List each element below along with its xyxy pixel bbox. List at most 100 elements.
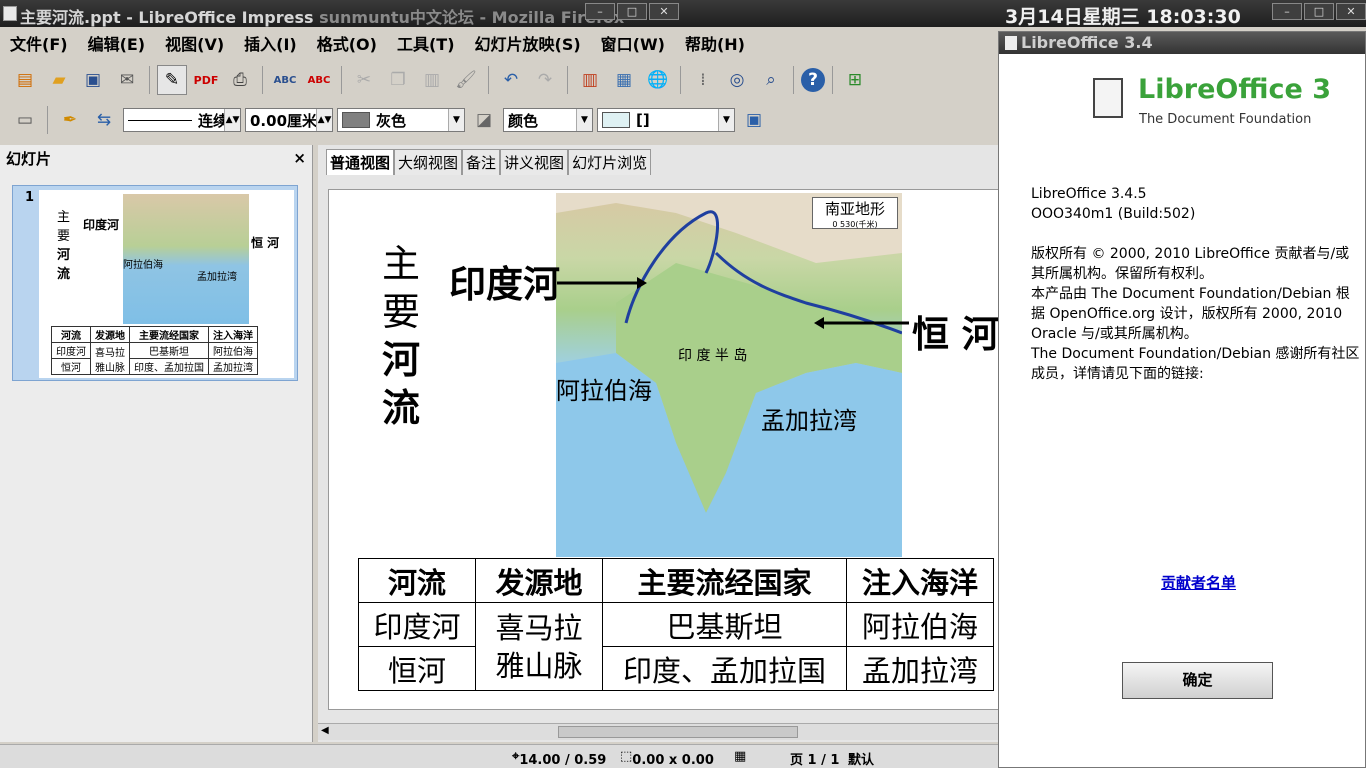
menu-insert[interactable]: 插入(I) <box>234 33 307 57</box>
label-indus[interactable]: 印度河 <box>449 254 560 308</box>
spellcheck-icon[interactable]: ABC <box>270 65 300 95</box>
insert-chart-icon[interactable]: ▥ <box>575 65 605 95</box>
grid-icon[interactable]: ⁞ <box>688 65 718 95</box>
menu-slideshow[interactable]: 幻灯片放映(S) <box>465 33 591 57</box>
new-slide-icon[interactable]: ⊞ <box>840 65 870 95</box>
scroll-left-icon[interactable]: ◀ <box>321 725 329 736</box>
arrow-style-icon[interactable]: ⇆ <box>89 105 119 135</box>
redo-icon[interactable]: ↷ <box>530 65 560 95</box>
about-dialog-titlebar: LibreOffice 3.4 <box>999 32 1365 54</box>
format-paintbrush-icon[interactable]: 🖌 <box>451 65 481 95</box>
slides-pane-header: 幻灯片 × <box>0 145 312 171</box>
zoom-icon[interactable]: ⌕ <box>756 65 786 95</box>
slide-title[interactable]: 主 要 河 流 <box>379 240 423 432</box>
menu-format[interactable]: 格式(O) <box>307 33 387 57</box>
spin-icon[interactable]: ▲▼ <box>224 109 240 131</box>
system-clock[interactable]: 3月14日星期三 18:03:30 <box>1005 2 1241 29</box>
save-icon[interactable]: ▣ <box>78 65 108 95</box>
slide-thumbnail-page: 主要河流 印度河 恒 河 阿拉伯海 孟加拉湾 河流 发源地 主要流经国家 注入海… <box>39 190 294 378</box>
minimize-button[interactable]: – <box>585 3 615 20</box>
page-indicator: 页 1 / 1 <box>790 753 840 768</box>
ok-button[interactable]: 确定 <box>1122 662 1273 699</box>
table-cell: 印度、孟加拉国 <box>602 646 847 691</box>
menu-window[interactable]: 窗口(W) <box>591 33 675 57</box>
line-width-value: 0.00厘米 <box>250 111 318 130</box>
tab-normal[interactable]: 普通视图 <box>326 149 395 175</box>
new-document-icon[interactable]: ▤ <box>10 65 40 95</box>
thumb-table-cell: 河流 <box>51 326 91 343</box>
title-bar: 主要河流.ppt - LibreOffice Impress sunmuntu中… <box>0 0 1366 29</box>
line-color-select[interactable]: 灰色 ▼ <box>337 108 465 132</box>
area-fill-icon[interactable]: ◪ <box>469 105 499 135</box>
menu-view[interactable]: 视图(V) <box>155 33 234 57</box>
tab-slide-sorter[interactable]: 幻灯片浏览 <box>568 149 652 175</box>
help-icon[interactable]: ? <box>801 68 825 92</box>
build-text: OOO340m1 (Build:502) <box>1031 206 1196 222</box>
slide-title-char: 河 <box>381 337 420 382</box>
area-style-select[interactable]: 颜色 ▼ <box>503 108 593 132</box>
tab-notes[interactable]: 备注 <box>462 149 501 175</box>
browser-close-button[interactable]: ✕ <box>1336 3 1366 20</box>
slide-thumbnail[interactable]: 1 主要河流 印度河 恒 河 阿拉伯海 孟加拉湾 河流 发源地 主要流经国家 注… <box>12 185 298 381</box>
chevron-down-icon[interactable]: ▼ <box>718 109 734 131</box>
toolbar-separator <box>488 66 489 94</box>
map-title: 南亚地形 <box>824 200 885 218</box>
maximize-button[interactable]: □ <box>617 3 647 20</box>
shadow-icon[interactable]: ▣ <box>739 105 769 135</box>
open-folder-icon[interactable]: ▰ <box>44 65 74 95</box>
slides-pane-title: 幻灯片 <box>6 149 52 168</box>
thumb-label-ganges: 恒 河 <box>251 236 280 250</box>
rivers-table[interactable]: 河流 发源地 主要流经国家 注入海洋 印度河 喜马拉 雅山脉 巴基斯坦 阿拉伯海… <box>358 558 994 691</box>
print-icon[interactable]: ⎙ <box>225 65 255 95</box>
slide-canvas[interactable]: 主 要 河 流 南亚地形 0 530(千米) 阿拉伯海 孟加拉湾 印 度 半 岛… <box>328 189 1000 710</box>
tab-outline[interactable]: 大纲视图 <box>394 149 463 175</box>
credits-link[interactable]: 贡献者名单 <box>1161 572 1236 593</box>
paste-icon[interactable]: ▥ <box>417 65 447 95</box>
close-icon[interactable]: × <box>293 149 306 167</box>
chevron-down-icon[interactable]: ▼ <box>448 109 464 131</box>
label-ganges[interactable]: 恒 河 <box>912 304 999 358</box>
cut-icon[interactable]: ✂ <box>349 65 379 95</box>
table-cell: 恒河 <box>358 646 476 691</box>
line-sample-icon <box>128 119 192 121</box>
horizontal-scrollbar[interactable]: ◀ <box>318 723 1000 740</box>
copy-icon[interactable]: ❐ <box>383 65 413 95</box>
line-width-field[interactable]: 0.00厘米 ▲▼ <box>245 108 333 132</box>
autospellcheck-icon[interactable]: ABC <box>304 65 334 95</box>
position-indicator: ⌖ 14.00 / 0.59 <box>512 749 607 768</box>
spin-icon[interactable]: ▲▼ <box>316 109 332 131</box>
browser-window-controls: – □ ✕ <box>1272 3 1366 20</box>
close-button[interactable]: ✕ <box>649 3 679 20</box>
line-icon[interactable]: ✒ <box>55 105 85 135</box>
layout-indicator: 默认 <box>848 753 875 768</box>
thumb-map-bengal: 孟加拉湾 <box>197 272 237 283</box>
browser-minimize-button[interactable]: – <box>1272 3 1302 20</box>
brand-foundation: The Document Foundation <box>1139 112 1312 127</box>
email-icon[interactable]: ✉ <box>112 65 142 95</box>
map-label-arabian-sea: 阿拉伯海 <box>556 377 652 405</box>
edit-file-icon[interactable]: ✎ <box>157 65 187 95</box>
chevron-down-icon[interactable]: ▼ <box>576 109 592 131</box>
document-modified-icon[interactable]: ▦ <box>734 749 746 764</box>
menu-file[interactable]: 文件(F) <box>0 33 78 57</box>
navigator-icon[interactable]: ◎ <box>722 65 752 95</box>
main-edit-area: 普通视图 大纲视图 备注 讲义视图 幻灯片浏览 主 要 河 流 南亚地形 0 5… <box>318 145 1000 742</box>
export-pdf-icon[interactable]: PDF <box>191 65 221 95</box>
toolbar-separator <box>149 66 150 94</box>
menu-tools[interactable]: 工具(T) <box>387 33 465 57</box>
scrollbar-thumb[interactable] <box>558 726 798 738</box>
tab-handout[interactable]: 讲义视图 <box>500 149 569 175</box>
south-asia-map[interactable]: 南亚地形 0 530(千米) 阿拉伯海 孟加拉湾 印 度 半 岛 <box>556 193 902 557</box>
area-fill-select[interactable]: [] ▼ <box>597 108 735 132</box>
status-bar: ⌖ 14.00 / 0.59 ⬚ 0.00 x 0.00 ▦ 页 1 / 1 默… <box>0 744 1000 768</box>
menu-edit[interactable]: 编辑(E) <box>78 33 156 57</box>
table-cell: 孟加拉湾 <box>846 646 994 691</box>
undo-icon[interactable]: ↶ <box>496 65 526 95</box>
line-style-select[interactable]: 连续 ▲▼ <box>123 108 241 132</box>
hyperlink-icon[interactable]: 🌐 <box>643 65 673 95</box>
browser-maximize-button[interactable]: □ <box>1304 3 1334 20</box>
table-header: 河流 <box>358 558 476 603</box>
menu-help[interactable]: 帮助(H) <box>675 33 755 57</box>
select-icon[interactable]: ▭ <box>10 105 40 135</box>
insert-table-icon[interactable]: ▦ <box>609 65 639 95</box>
